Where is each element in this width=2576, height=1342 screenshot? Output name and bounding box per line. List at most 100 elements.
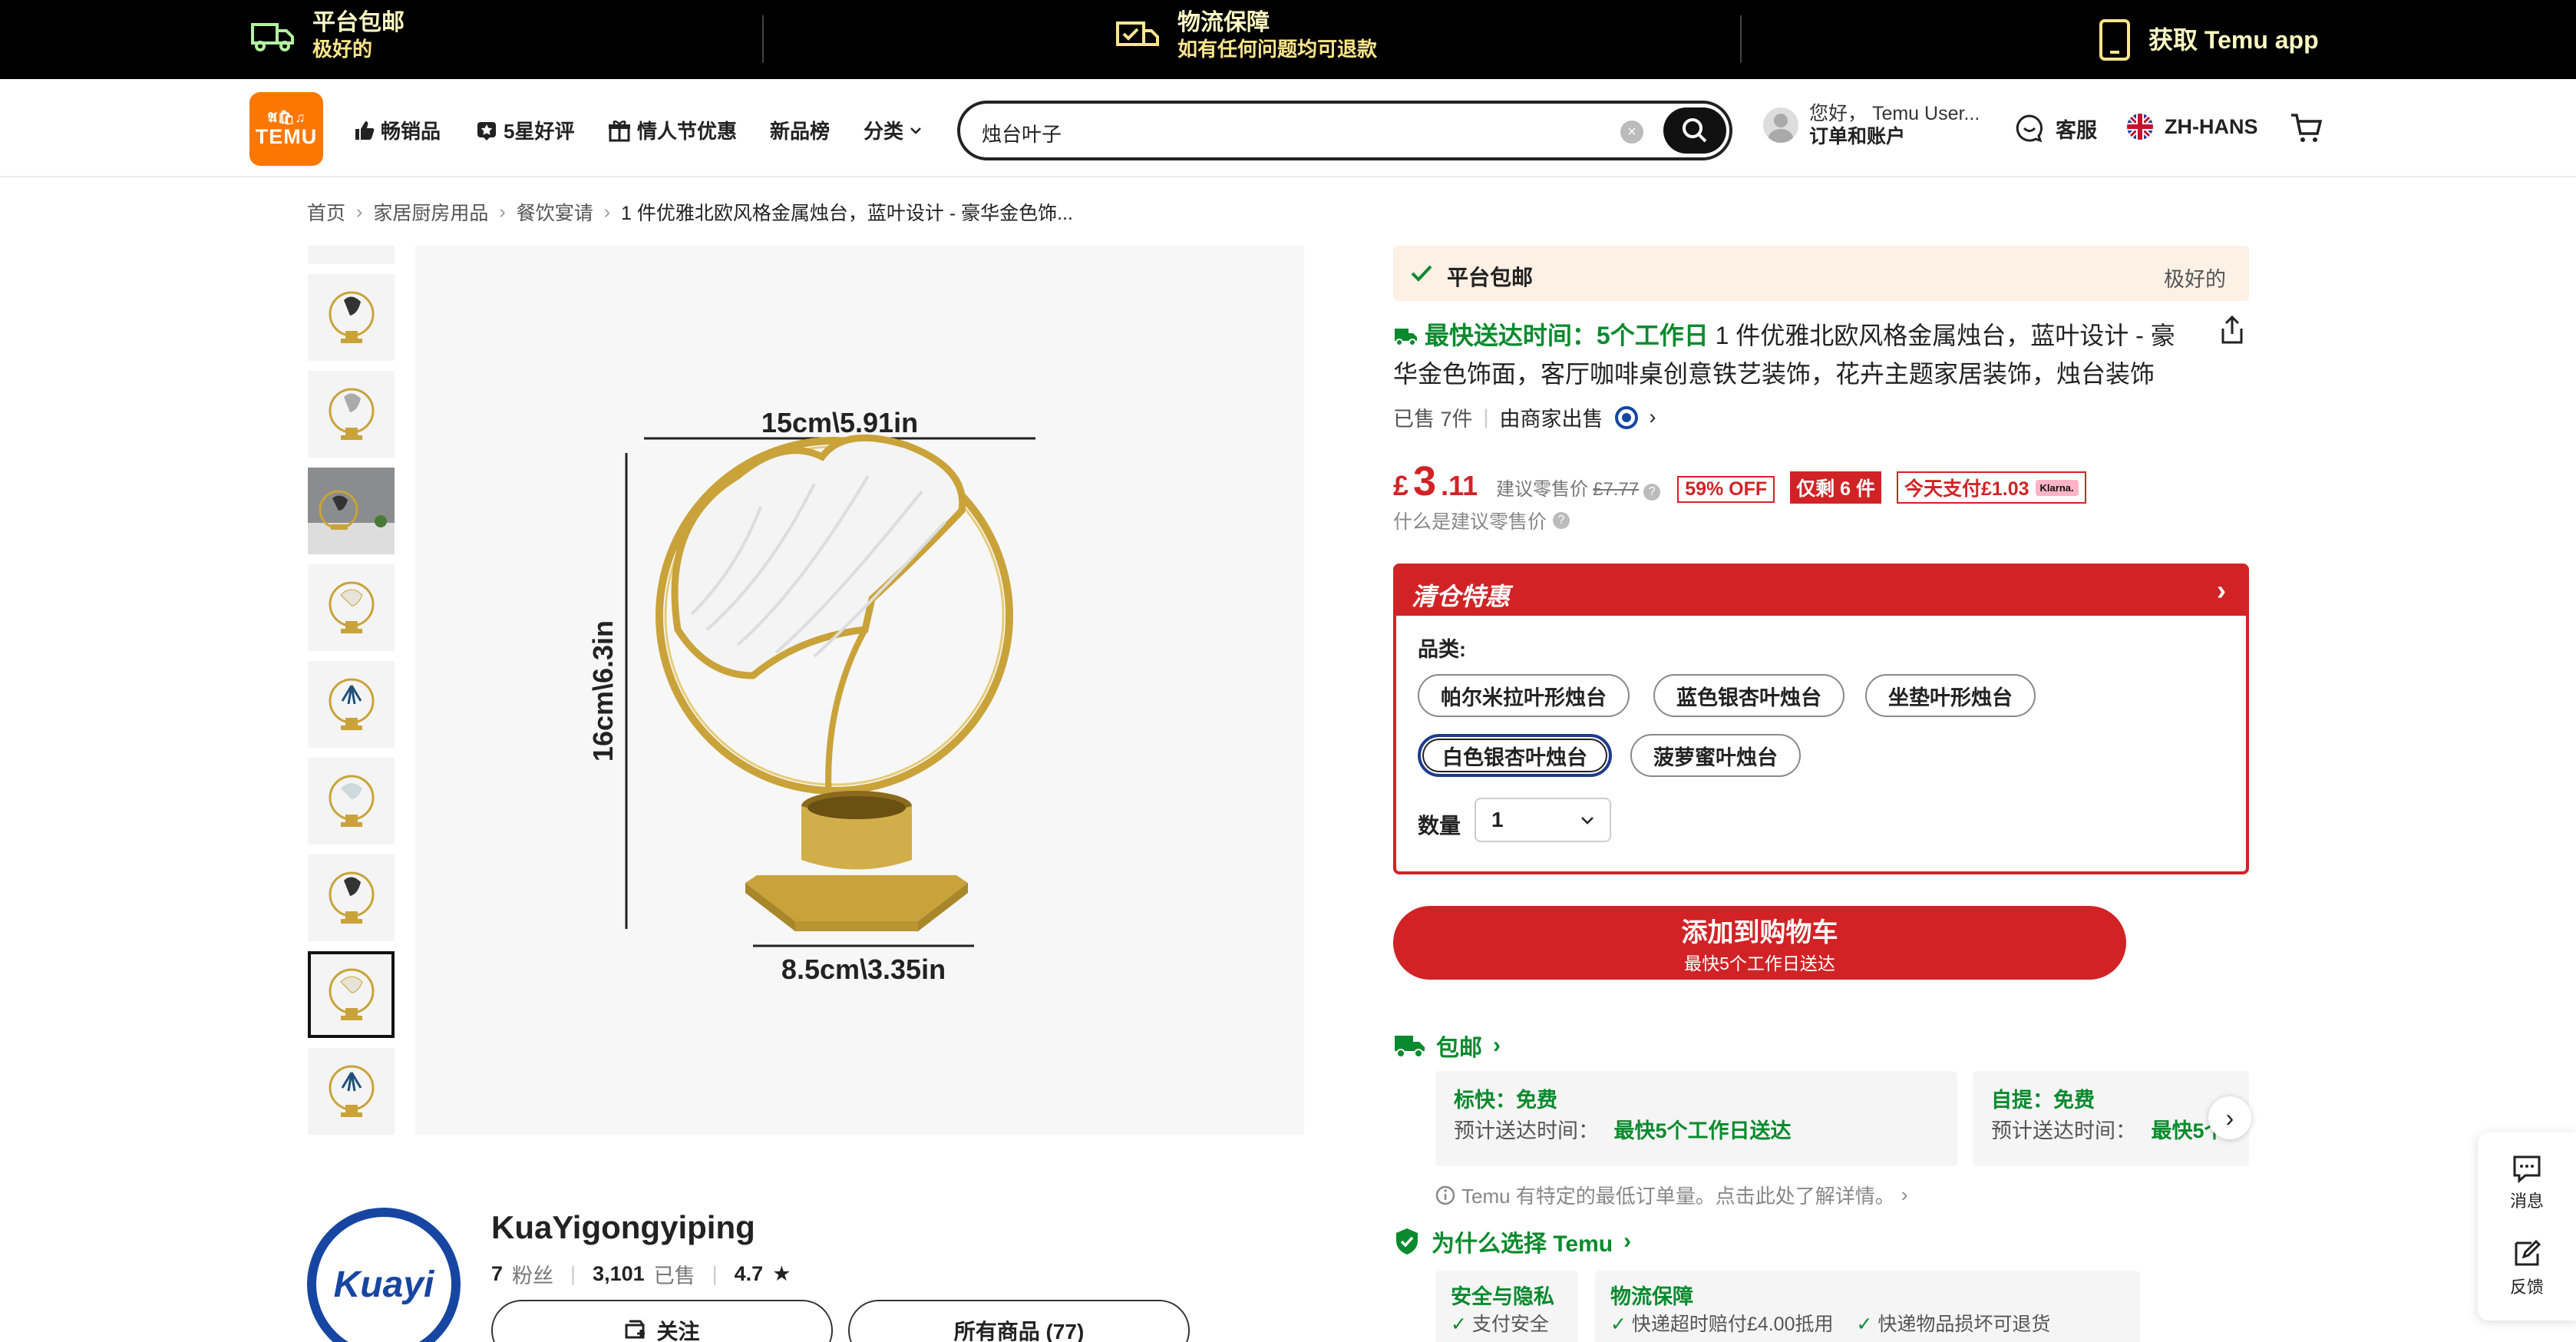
- support-link[interactable]: 客服: [2014, 113, 2097, 144]
- category-label: 品类:: [1418, 638, 1466, 661]
- variant-option[interactable]: 蓝色银杏叶烛台: [1653, 674, 1844, 717]
- variant-option[interactable]: 坐垫叶形烛台: [1865, 674, 2036, 717]
- gallery-thumbnail[interactable]: [308, 246, 395, 264]
- seller-label[interactable]: 由商家出售: [1500, 402, 1603, 432]
- free-shipping-subtitle: 极好的: [312, 38, 373, 61]
- help-icon[interactable]: ?: [1643, 484, 1661, 501]
- gallery-thumbnail[interactable]: [308, 661, 395, 748]
- nav-five-star[interactable]: 5星好评: [476, 116, 574, 144]
- orders-account-label: 订单和账户: [1809, 126, 1906, 147]
- cart-button[interactable]: [2290, 111, 2323, 145]
- lifestyle-photo-thumbnail-icon: [308, 468, 395, 554]
- truck-icon: [251, 23, 294, 51]
- nav-categories[interactable]: 分类: [864, 116, 922, 144]
- gallery-thumbnail[interactable]: [308, 758, 395, 845]
- candle-holder-thumbnail-icon: [329, 678, 374, 730]
- security-privacy-card[interactable]: 安全与隐私 ✓ 支付安全: [1435, 1271, 1578, 1342]
- gallery-thumbnail[interactable]: [308, 854, 395, 941]
- temu-logo[interactable]: 𝕬🛍♫ TEMU: [249, 92, 323, 166]
- main-product-image[interactable]: 15cm\5.91in 16cm\6.3in 8.5cm\3.35in: [415, 246, 1304, 1135]
- support-label: 客服: [2056, 118, 2097, 142]
- follow-label: 关注: [656, 1320, 700, 1342]
- candle-holder-thumbnail-icon: [329, 581, 374, 633]
- logistics-banner[interactable]: 物流保障 如有任何问题均可退款: [1115, 9, 1377, 61]
- add-store-icon: [625, 1320, 646, 1339]
- store-sold-count: 3,101: [593, 1262, 645, 1285]
- feedback-button[interactable]: 反馈: [2478, 1238, 2576, 1298]
- gallery-thumbnail[interactable]: [308, 1048, 395, 1135]
- rrp-question: 什么是建议零售价: [1393, 511, 1547, 533]
- variant-option[interactable]: 菠萝蜜叶烛台: [1630, 734, 1801, 777]
- chat-smile-icon: [2016, 114, 2043, 143]
- logistics-guarantee-card[interactable]: 物流保障 ✓ 快递超时赔付£4.00抵用 ✓ 快递物品损坏可退货: [1595, 1271, 2140, 1342]
- free-shipping-strip: 平台包邮 极好的: [1393, 246, 2249, 301]
- add-to-cart-sublabel: 最快5个工作日送达: [1684, 953, 1835, 973]
- store-logo[interactable]: Kuayi: [307, 1208, 461, 1342]
- min-order-note[interactable]: Temu 有特定的最低订单量。点击此处了解详情。 ›: [1435, 1181, 1907, 1209]
- search-button[interactable]: [1663, 107, 1726, 154]
- chevron-down-icon: [910, 127, 921, 134]
- messages-button[interactable]: 消息: [2478, 1154, 2576, 1212]
- follow-store-button[interactable]: 关注: [491, 1300, 833, 1342]
- stat-divider: |: [712, 1262, 718, 1285]
- nav-categories-label: 分类: [864, 120, 904, 143]
- store-rating: 4.7: [734, 1262, 764, 1285]
- seller-badge-icon: [1614, 405, 1638, 429]
- dimension-height: 16cm\6.3in: [587, 620, 619, 762]
- why-temu-header[interactable]: 为什么选择 Temu ›: [1393, 1225, 1631, 1258]
- shipping-title: 包邮: [1436, 1036, 1482, 1061]
- language-selector[interactable]: ZH-HANS: [2126, 113, 2258, 140]
- account-menu[interactable]: 您好， Temu User... 订单和账户: [1763, 102, 1980, 148]
- star-badge-icon: [477, 121, 496, 140]
- breadcrumb-dining[interactable]: 餐饮宴请: [517, 198, 593, 226]
- store-name[interactable]: KuaYigongyiping: [491, 1209, 755, 1246]
- nav-bestsellers-label: 畅销品: [381, 120, 441, 143]
- all-products-button[interactable]: 所有商品 (77): [848, 1300, 1190, 1342]
- divider: [1740, 15, 1742, 63]
- clearance-sale-header[interactable]: 清仓特惠 ›: [1396, 567, 2246, 616]
- side-toolbar: 消息 反馈: [2478, 1132, 2576, 1321]
- quantity-select[interactable]: 1: [1475, 798, 1611, 842]
- search-bar[interactable]: 烛台叶子 ×: [957, 101, 1732, 160]
- dimension-width-top: 15cm\5.91in: [761, 407, 918, 438]
- shipping-next-arrow[interactable]: ›: [2208, 1096, 2251, 1139]
- all-products-label: 所有商品 (77): [953, 1320, 1085, 1342]
- get-app-banner[interactable]: 获取 Temu app: [2098, 18, 2319, 61]
- store-sold-label: 已售: [653, 1264, 695, 1287]
- gallery-thumbnail-selected[interactable]: [308, 951, 395, 1038]
- variant-option-selected[interactable]: 白色银杏叶烛台: [1418, 734, 1612, 777]
- klarna-logo: Klarna.: [2035, 479, 2079, 496]
- breadcrumb-home[interactable]: 首页: [307, 198, 345, 226]
- language-label: ZH-HANS: [2165, 114, 2258, 138]
- nav-new-arrivals[interactable]: 新品榜: [770, 116, 830, 144]
- why-temu-title: 为什么选择 Temu: [1432, 1231, 1613, 1257]
- search-input[interactable]: 烛台叶子: [982, 119, 1062, 147]
- breadcrumb-home-kitchen[interactable]: 家居厨房用品: [373, 198, 488, 226]
- rrp-explainer-link[interactable]: 什么是建议零售价 ?: [1393, 507, 1570, 534]
- gallery-thumbnail[interactable]: [308, 371, 395, 458]
- shipping-header[interactable]: 包邮 ›: [1393, 1029, 1501, 1063]
- nav-valentines[interactable]: 情人节优惠: [608, 116, 737, 144]
- fast-truck-icon: [1395, 329, 1417, 346]
- gallery-thumbnail[interactable]: [308, 468, 395, 554]
- share-icon[interactable]: [2219, 315, 2245, 345]
- free-shipping-banner[interactable]: 平台包邮 极好的: [249, 9, 405, 61]
- store-logo-text: Kuayi: [333, 1264, 434, 1305]
- pay-today-badge[interactable]: 今天支付£1.03 Klarna.: [1896, 471, 2086, 504]
- gallery-thumbnail[interactable]: [308, 274, 395, 361]
- variant-option[interactable]: 帕尔米拉叶形烛台: [1418, 674, 1630, 717]
- gallery-thumbnail[interactable]: [308, 564, 395, 651]
- logistics-subtitle: 如有任何问题均可退款: [1177, 38, 1378, 61]
- nav-bestsellers[interactable]: 畅销品: [353, 116, 441, 144]
- breadcrumb-separator: ›: [603, 200, 611, 223]
- clear-search-icon[interactable]: ×: [1620, 121, 1643, 144]
- chevron-right-icon: ›: [1493, 1033, 1501, 1058]
- check-icon: ✓: [1610, 1314, 1627, 1335]
- phone-icon: [2099, 19, 2130, 61]
- nav-five-star-label: 5星好评: [504, 120, 575, 143]
- logo-glyphs: 𝕬🛍♫: [267, 110, 305, 125]
- add-to-cart-button[interactable]: 添加到购物车 最快5个工作日送达: [1393, 906, 2126, 980]
- breadcrumb-separator: ›: [356, 200, 363, 223]
- clearance-sale-box: 清仓特惠 › 品类: 帕尔米拉叶形烛台 蓝色银杏叶烛台 坐垫叶形烛台 白色银杏叶…: [1393, 564, 2249, 874]
- uk-flag-icon: [2127, 114, 2153, 140]
